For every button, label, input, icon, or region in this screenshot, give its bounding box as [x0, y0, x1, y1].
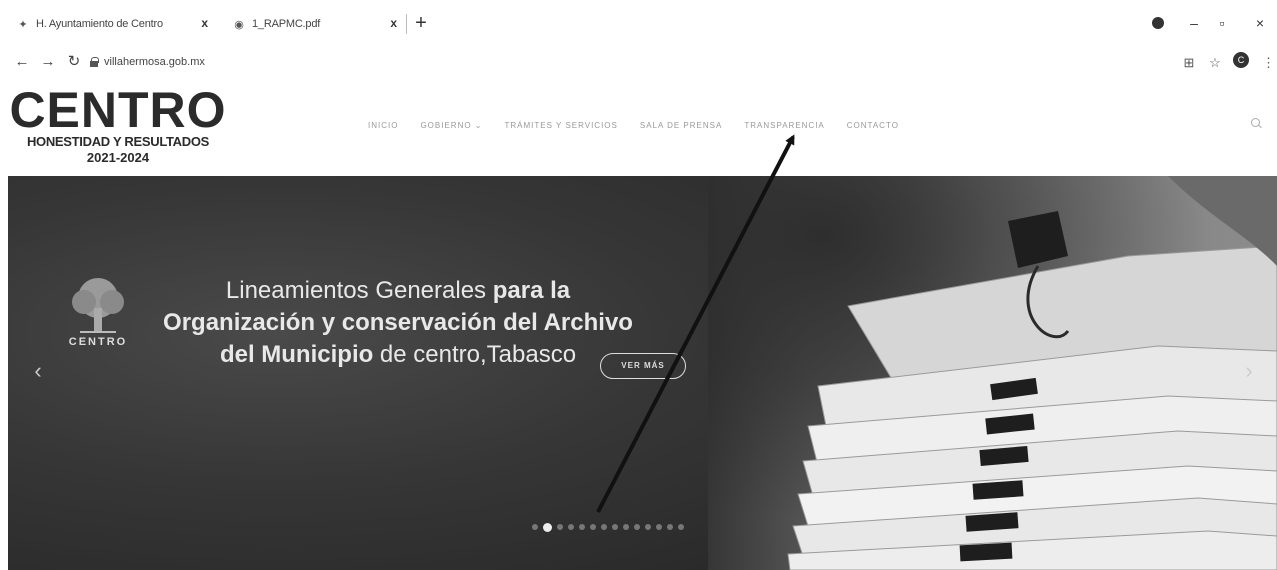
tab-pdf[interactable]: ◉ 1_RAPMC.pdf x: [232, 12, 407, 36]
tab-title: H. Ayuntamiento de Centro: [36, 18, 163, 30]
slide-dot[interactable]: [667, 524, 673, 530]
tab-title: 1_RAPMC.pdf: [252, 18, 321, 30]
menu-item-inicio[interactable]: INICIO: [368, 121, 398, 130]
minimize-button[interactable]: –: [1184, 12, 1204, 34]
hero-line2: Organización y conservación del Archivo: [163, 309, 633, 336]
close-window-button[interactable]: ×: [1250, 12, 1270, 34]
hero-line1-regular: Lineamientos Generales: [225, 277, 493, 304]
tab-divider: [406, 14, 407, 34]
ver-mas-button[interactable]: VER MÁS: [600, 353, 686, 379]
menu-item-contacto[interactable]: CONTACTO: [847, 121, 899, 130]
slide-dots: [532, 522, 689, 532]
menu-item-sala-prensa[interactable]: SALA DE PRENSA: [640, 121, 722, 130]
forward-icon[interactable]: →: [38, 52, 58, 72]
menu-icon[interactable]: ⋮: [1262, 53, 1275, 73]
maximize-button[interactable]: ▫: [1212, 12, 1232, 34]
prev-slide-icon[interactable]: ‹: [30, 359, 46, 383]
menu-item-transparencia[interactable]: TRANSPARENCIA: [744, 121, 824, 130]
site-logo[interactable]: CENTRO HONESTIDAD Y RESULTADOS 2021-2024: [4, 82, 232, 174]
reload-icon[interactable]: ↻: [64, 52, 84, 72]
logo-years: 2021-2024: [86, 150, 150, 165]
slide-dot[interactable]: [623, 524, 629, 530]
menu-item-tramites[interactable]: TRÁMITES Y SERVICIOS: [505, 121, 618, 130]
close-tab-icon[interactable]: x: [201, 16, 208, 30]
globe-icon: ◉: [234, 18, 244, 31]
menu-item-gobierno[interactable]: GOBIERNO ⌄: [420, 121, 482, 130]
slide-dot[interactable]: [543, 522, 552, 532]
browser-tab-bar: ✦ H. Ayuntamiento de Centro x ◉ 1_RAPMC.…: [0, 0, 1277, 44]
new-tab-button[interactable]: +: [410, 12, 432, 34]
slide-dot[interactable]: [678, 524, 684, 530]
profile-avatar[interactable]: C: [1233, 52, 1249, 68]
tab-ayuntamiento[interactable]: ✦ H. Ayuntamiento de Centro x: [16, 12, 226, 36]
qr-icon[interactable]: ⊞: [1180, 53, 1198, 73]
lock-icon[interactable]: [90, 57, 99, 67]
slide-dot[interactable]: [532, 524, 538, 530]
logo-tagline: HONESTIDAD Y RESULTADOS: [26, 134, 210, 149]
slide-dot[interactable]: [557, 524, 563, 530]
main-menu: INICIO GOBIERNO ⌄ TRÁMITES Y SERVICIOS S…: [368, 118, 921, 132]
next-slide-icon[interactable]: ›: [1241, 359, 1257, 383]
slide-dot[interactable]: [645, 524, 651, 530]
url-field[interactable]: villahermosa.gob.mx: [104, 56, 205, 68]
star-icon[interactable]: ☆: [1206, 53, 1224, 73]
seal-word: CENTRO: [68, 336, 128, 348]
slide-dot[interactable]: [590, 524, 596, 530]
hero-line1-bold: para la: [492, 277, 571, 304]
hero-line3-regular: de centro,Tabasco: [373, 341, 577, 368]
back-icon[interactable]: ←: [12, 52, 32, 72]
hero-line3-bold: del Municipio: [219, 341, 374, 368]
hero-headline: Lineamientos Generales para la Organizac…: [148, 275, 648, 371]
search-icon[interactable]: [1250, 117, 1264, 131]
slide-dot[interactable]: [612, 524, 618, 530]
logo-word: CENTRO: [9, 82, 227, 138]
address-bar: ← → ↻ villahermosa.gob.mx ⊞ ☆ ⋮: [0, 48, 1277, 78]
slide-dot[interactable]: [568, 524, 574, 530]
slide-dot[interactable]: [579, 524, 585, 530]
extension-icon[interactable]: [1152, 17, 1164, 29]
site-favicon-icon: ✦: [18, 18, 28, 31]
files-photo: [787, 176, 1277, 570]
slide-dot[interactable]: [634, 524, 640, 530]
close-tab-icon[interactable]: x: [390, 16, 397, 30]
slide-dot[interactable]: [601, 524, 607, 530]
site-header: CENTRO HONESTIDAD Y RESULTADOS 2021-2024…: [0, 80, 1277, 176]
centro-seal: CENTRO: [48, 274, 148, 374]
tree-icon: [72, 278, 124, 333]
slide-dot[interactable]: [656, 524, 662, 530]
hero-slider: CENTRO Lineamientos Generales para la Or…: [8, 176, 1277, 570]
